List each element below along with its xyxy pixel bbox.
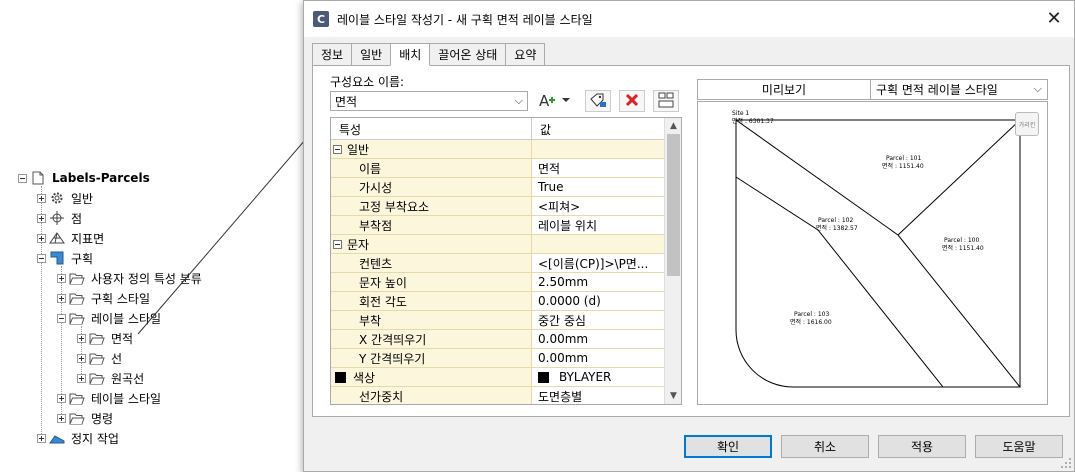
close-icon[interactable]: ✕ <box>1044 9 1064 29</box>
scroll-up-icon[interactable]: ▲ <box>665 118 681 134</box>
tab-summary[interactable]: 요약 <box>505 43 546 65</box>
site-name-text: Site 1 <box>732 110 749 117</box>
parcel-preview-drawing: Site 1 면적 : 6301.37 Parcel : 101 면적 : 11… <box>732 110 1021 388</box>
collapse-icon[interactable] <box>333 239 342 249</box>
grid-row-visibility[interactable]: 가시성 True <box>331 178 665 197</box>
copy-component-button[interactable] <box>585 90 611 112</box>
category-label: 일반 <box>347 142 370 157</box>
ok-button[interactable]: 확인 <box>684 435 772 458</box>
grid-header: 특성 값 <box>331 118 665 140</box>
color-swatch-icon <box>538 371 549 383</box>
tab-strip: 정보 일반 배치 끌어온 상태 요약 <box>312 43 546 66</box>
scroll-thumb[interactable] <box>667 134 680 276</box>
grid-header-property[interactable]: 특성 <box>331 118 532 140</box>
grid-row-anchor-point[interactable]: 부착점 레이블 위치 <box>331 216 665 235</box>
delete-icon <box>624 92 640 111</box>
category-label: 문자 <box>347 237 370 252</box>
copy-component-icon <box>589 92 607 111</box>
collapse-icon[interactable] <box>333 144 342 154</box>
label-style-composer-dialog: C 레이블 스타일 작성기 - 새 구획 면적 레이블 스타일 ✕ 정보 일반 … <box>303 0 1075 472</box>
preview-header: 미리보기 <box>697 79 871 100</box>
component-name-label: 구성요소 이름: <box>330 75 405 89</box>
color-swatch-icon <box>335 371 346 383</box>
tab-information[interactable]: 정보 <box>312 43 353 65</box>
grid-row-rotation-angle[interactable]: 회전 각도 0.0000 (d) <box>331 292 665 311</box>
component-name-value: 면적 <box>335 94 358 109</box>
parcel-103-area: 면적 : 1616.00 <box>790 318 832 326</box>
grid-scrollbar[interactable]: ▲ ▼ <box>664 118 681 404</box>
apply-button[interactable]: 적용 <box>878 435 966 458</box>
preview-canvas[interactable]: Site 1 면적 : 6301.37 Parcel : 101 면적 : 11… <box>697 101 1048 405</box>
grid-row-y-offset[interactable]: Y 간격띄우기 0.00mm <box>331 349 665 368</box>
parcel-102-area: 면적 : 1382.57 <box>816 224 858 232</box>
parcel-103-name: Parcel : 103 <box>794 311 829 318</box>
tab-layout[interactable]: 배치 <box>390 43 431 66</box>
site-area-text: 면적 : 6301.37 <box>732 117 774 125</box>
grid-row-anchor-component[interactable]: 고정 부착요소 <피쳐> <box>331 197 665 216</box>
chevron-down-icon: ⌵ <box>1033 82 1042 95</box>
dialog-title: 레이블 스타일 작성기 - 새 구획 면적 레이블 스타일 <box>337 12 593 27</box>
civil3d-app-icon: C <box>313 11 329 27</box>
grid-category-text[interactable]: 문자 <box>331 235 665 254</box>
add-text-component-icon: A <box>537 90 573 113</box>
parcel-100-name: Parcel : 100 <box>944 237 979 244</box>
tab-general[interactable]: 일반 <box>351 43 392 65</box>
grid-row-x-offset[interactable]: X 간격띄우기 0.00mm <box>331 330 665 349</box>
property-grid: 특성 값 일반 이름 면적 가시성 True 고정 부착요소 <피쳐> 부착점 … <box>330 117 682 405</box>
scroll-down-icon[interactable]: ▼ <box>665 388 681 404</box>
resize-grip-icon[interactable] <box>1060 457 1072 469</box>
svg-text:A: A <box>539 92 550 110</box>
grid-header-value[interactable]: 값 <box>532 118 665 140</box>
parcel-100-area: 면적 : 1151.40 <box>942 244 984 252</box>
preview-style-value: 구획 면적 레이블 스타일 <box>876 83 998 97</box>
tab-dragged-state[interactable]: 끌어온 상태 <box>429 43 507 65</box>
view-navigation-button[interactable]: 가리킨 <box>1015 112 1039 136</box>
component-draw-order-button[interactable] <box>653 90 679 112</box>
grid-category-general[interactable]: 일반 <box>331 140 665 159</box>
grid-row-lineweight[interactable]: 선가중치 도면층별 <box>331 387 665 404</box>
delete-component-button[interactable] <box>619 90 645 112</box>
grid-row-text-height[interactable]: 문자 높이 2.50mm <box>331 273 665 292</box>
draw-order-icon <box>657 91 675 112</box>
help-button[interactable]: 도움말 <box>975 435 1063 458</box>
parcel-101-area: 면적 : 1151.40 <box>882 162 924 170</box>
create-text-component-button[interactable]: A <box>535 90 575 112</box>
title-bar[interactable]: C 레이블 스타일 작성기 - 새 구획 면적 레이블 스타일 ✕ <box>304 1 1074 37</box>
component-name-select[interactable]: 면적 ⌵ <box>330 91 528 111</box>
grid-row-name[interactable]: 이름 면적 <box>331 159 665 178</box>
parcel-102-name: Parcel : 102 <box>818 217 853 224</box>
preview-style-select[interactable]: 구획 면적 레이블 스타일 ⌵ <box>870 79 1048 100</box>
grid-row-attachment[interactable]: 부착 중간 중심 <box>331 311 665 330</box>
chevron-down-icon: ⌵ <box>514 94 523 107</box>
grid-row-color[interactable]: 색상 BYLAYER <box>331 368 665 387</box>
grid-row-contents[interactable]: 컨텐츠 <[이름(CP)]>\P면... <box>331 254 665 273</box>
cancel-button[interactable]: 취소 <box>781 435 869 458</box>
parcel-101-name: Parcel : 101 <box>886 155 921 162</box>
